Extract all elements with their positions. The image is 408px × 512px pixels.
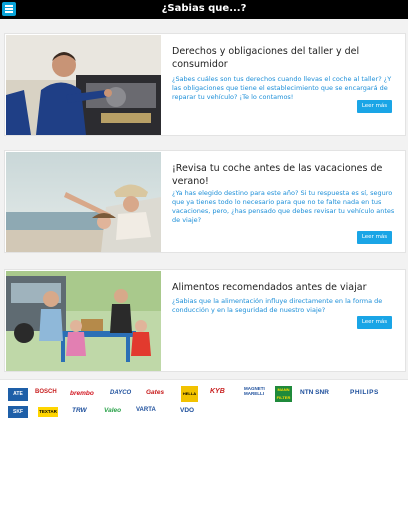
brand-logo-skf[interactable]: SKF	[8, 406, 28, 418]
brand-logo-gates[interactable]: Gates	[146, 389, 164, 396]
article-title[interactable]: ¡Revisa tu coche antes de las vacaciones…	[172, 162, 394, 188]
page-bottom-blank	[0, 425, 408, 512]
article-description: ¿Ya has elegido destino para este año? S…	[172, 189, 395, 224]
article-card[interactable]: Derechos y obligaciones del taller y del…	[4, 33, 406, 136]
brand-logo-ate[interactable]: ATE	[8, 388, 28, 401]
brand-logo-bosch[interactable]: BOSCH	[35, 389, 57, 395]
brand-logo-brembo[interactable]: brembo	[70, 390, 94, 397]
brand-logo-magneti-marelli[interactable]: MAGNETI MARELLI	[244, 386, 266, 396]
article-card[interactable]: ¡Revisa tu coche antes de las vacaciones…	[4, 150, 406, 253]
brand-logo-ntn-snr[interactable]: NTN SNR	[300, 389, 329, 396]
read-more-button[interactable]: Leer más	[357, 316, 392, 329]
article-image-family-picnic	[6, 271, 161, 371]
article-title[interactable]: Derechos y obligaciones del taller y del…	[172, 45, 394, 71]
brand-logo-varta[interactable]: VARTA	[136, 407, 156, 413]
brand-logos: ATE BOSCH brembo DAYCO Gates HELLA KYB M…	[0, 379, 408, 425]
read-more-button[interactable]: Leer más	[357, 100, 392, 113]
brand-logo-textar[interactable]: TEXTAR	[38, 407, 58, 417]
brand-logo-valeo[interactable]: Valeo	[104, 407, 121, 414]
brand-logo-dayco[interactable]: DAYCO	[110, 390, 131, 396]
brand-logo-kyb[interactable]: KYB	[210, 388, 225, 395]
brand-logo-mann-filter[interactable]: MANN FILTER	[275, 386, 292, 402]
brand-logo-hella[interactable]: HELLA	[181, 386, 198, 402]
article-image-mechanic	[6, 35, 161, 135]
article-description: ¿Sabias que la alimentación influye dire…	[172, 297, 383, 314]
brand-logo-trw[interactable]: TRW	[72, 407, 87, 414]
page-title: ¿Sabias que...?	[161, 3, 247, 14]
article-title[interactable]: Alimentos recomendados antes de viajar	[172, 281, 394, 294]
top-bar: ¿Sabias que...?	[0, 0, 408, 19]
article-list: Derechos y obligaciones del taller y del…	[0, 19, 408, 379]
article-image-vacation	[6, 152, 161, 252]
article-description: ¿Sabes cuáles son tus derechos cuando ll…	[172, 75, 392, 101]
article-card[interactable]: Alimentos recomendados antes de viajar ¿…	[4, 269, 406, 372]
read-more-button[interactable]: Leer más	[357, 231, 392, 244]
brand-logo-vdo[interactable]: VDO	[180, 407, 194, 414]
brand-logo-philips[interactable]: PHILIPS	[350, 389, 379, 396]
